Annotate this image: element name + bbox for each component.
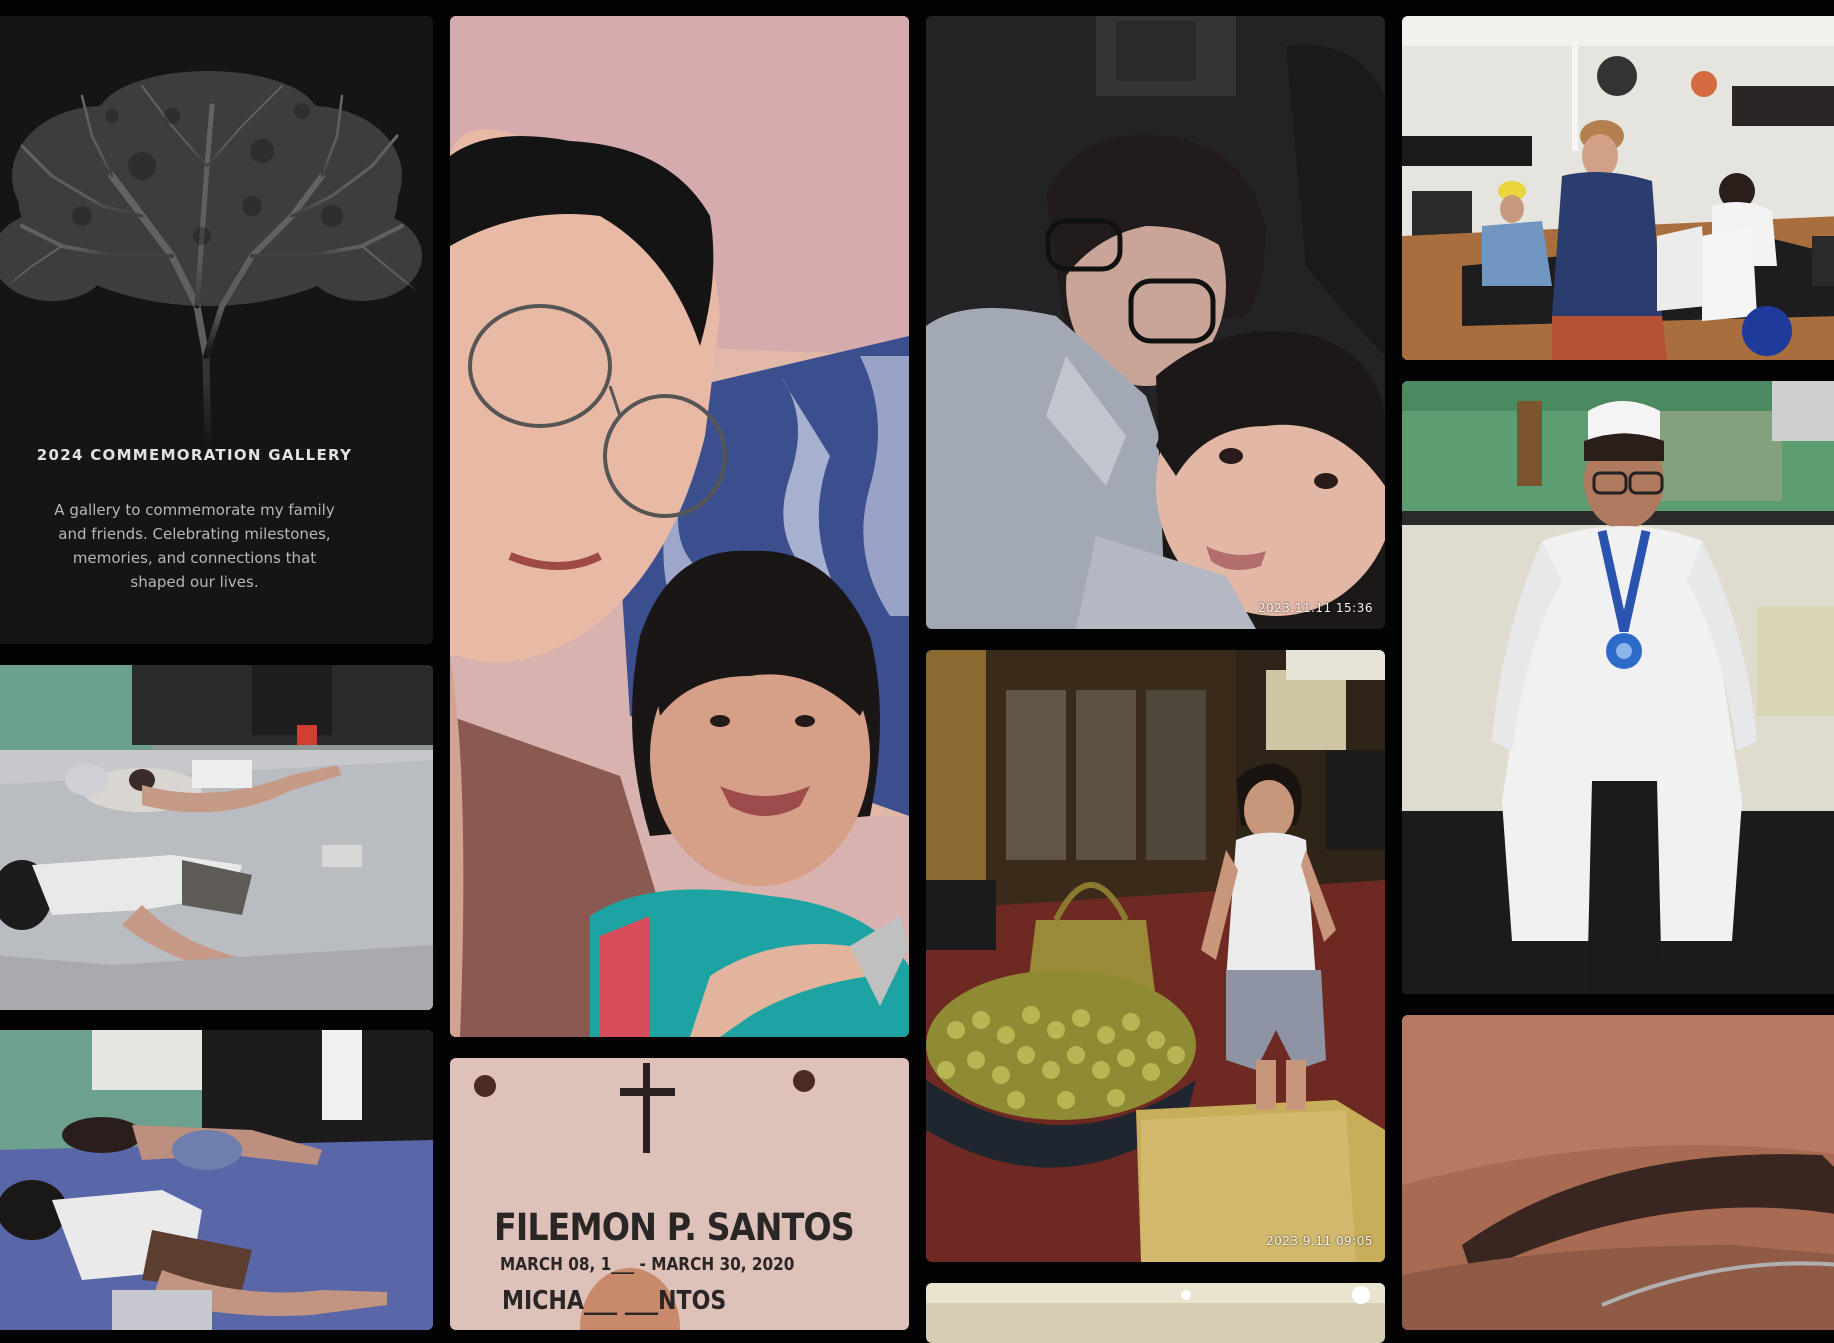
tree-illustration [0, 71, 425, 446]
photo-selfie-woman-and-child[interactable]: 2023.11.11 15:36 [926, 16, 1385, 629]
photo-partial-bottom[interactable] [926, 1283, 1385, 1343]
gallery-intro-card: 2024 COMMEMORATION GALLERY A gallery to … [0, 16, 433, 644]
photo-timestamp: 2023.11.11 15:36 [1257, 601, 1373, 615]
plaque-dates: MARCH 08, 1___ - MARCH 30, 2020 [500, 1254, 795, 1275]
plaque-second-name: MICHA___ ___NTOS [502, 1286, 727, 1316]
photo-selfie-young-man-and-child[interactable] [450, 16, 909, 1037]
photo-child-with-basket-of-fruits[interactable]: 2023.9.11 09:05 [926, 650, 1385, 1262]
gallery-description: A gallery to commemorate my family and f… [54, 501, 335, 591]
photo-timestamp: 2023.9.11 09:05 [1266, 1234, 1373, 1248]
photo-image [0, 665, 433, 1010]
photo-image [1402, 1015, 1834, 1330]
photo-memorial-plaque[interactable]: FILEMON P. SANTOS MARCH 08, 1___ - MARCH… [450, 1058, 909, 1330]
photo-image [1402, 16, 1834, 360]
photo-image [926, 650, 1385, 1262]
photo-image [926, 1283, 1385, 1343]
photo-group-in-dining-room[interactable] [1402, 16, 1834, 360]
plaque-name: FILEMON P. SANTOS [494, 1206, 855, 1249]
photo-graduate-with-medal[interactable] [1402, 381, 1834, 994]
photo-close-up-face[interactable] [1402, 1015, 1834, 1330]
photo-family-sleeping[interactable] [0, 665, 433, 1010]
photo-image [450, 16, 909, 1037]
photo-image [0, 1030, 433, 1330]
photo-image [1402, 381, 1834, 994]
photo-family-sleeping-blue-bed[interactable] [0, 1030, 433, 1330]
gallery-title: 2024 COMMEMORATION GALLERY [36, 446, 353, 464]
photo-image [926, 16, 1385, 629]
